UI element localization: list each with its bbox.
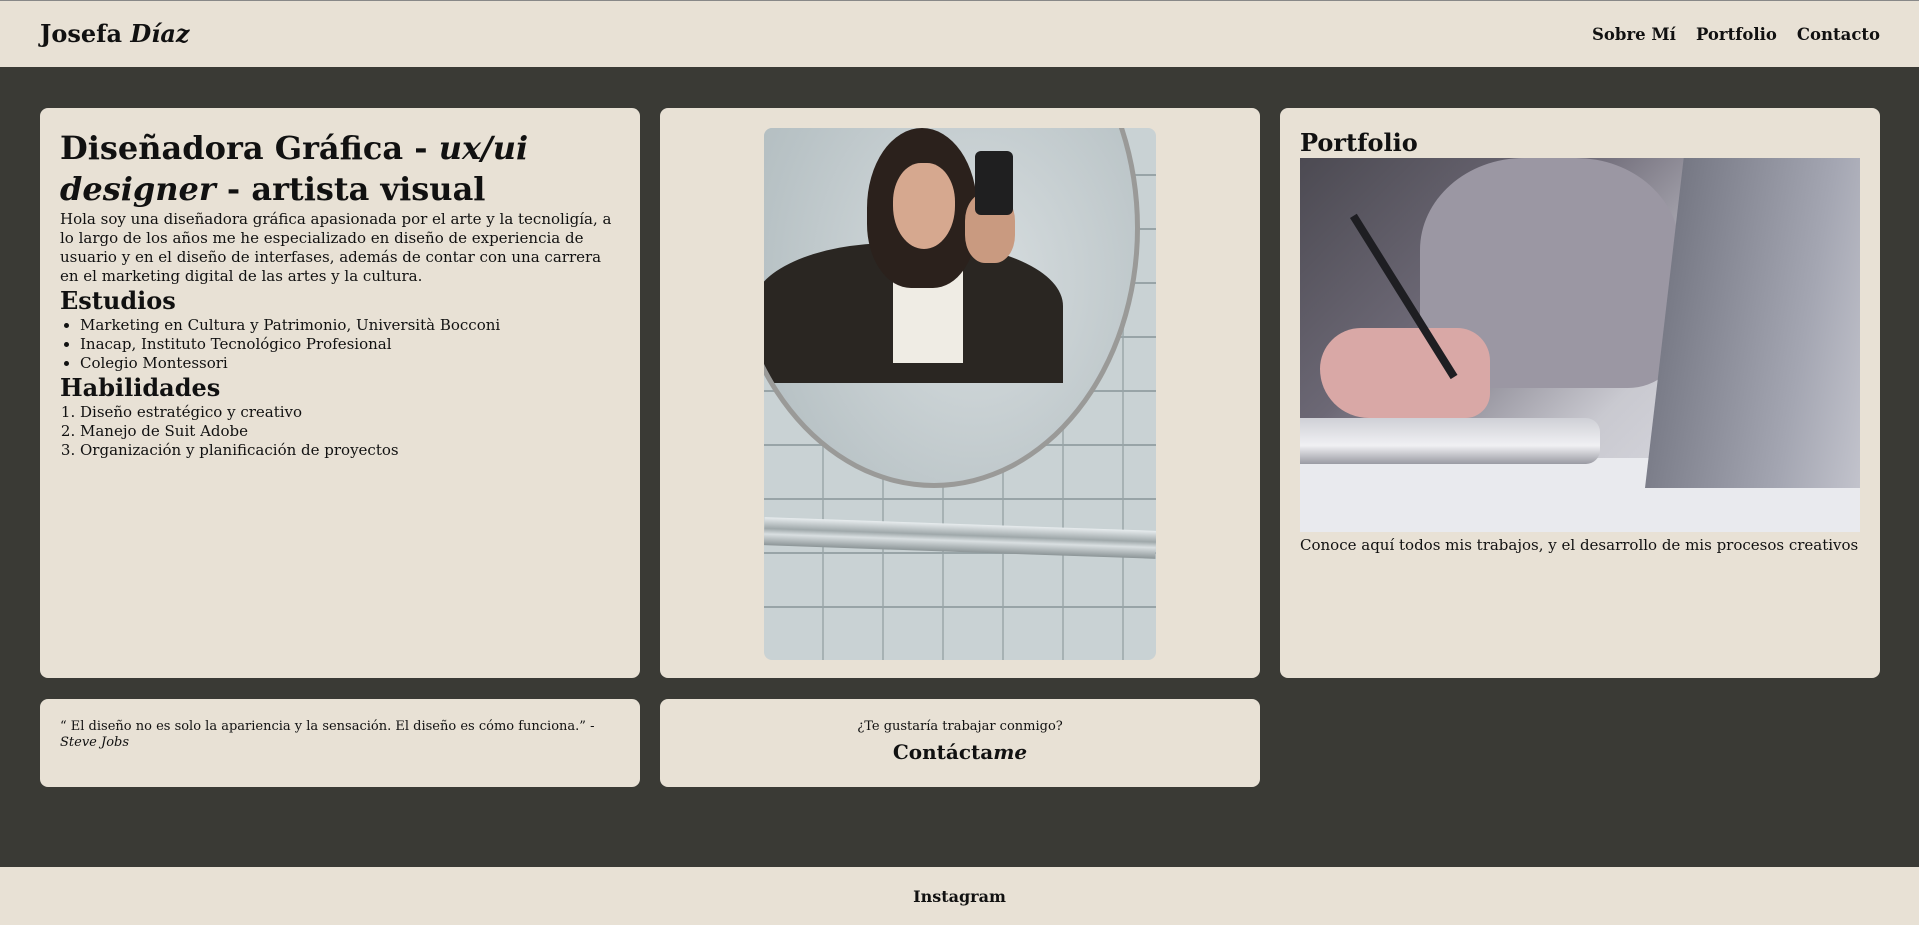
nav-link-sobre-mi[interactable]: Sobre Mí <box>1592 25 1676 44</box>
list-item: Marketing en Cultura y Patrimonio, Unive… <box>80 316 620 335</box>
skills-heading: Habilidades <box>60 373 221 402</box>
brand-last-name: Díaz <box>130 19 190 48</box>
studies-heading: Estudios <box>60 286 176 315</box>
list-item: Diseño estratégico y creativo <box>80 403 620 422</box>
portfolio-heading[interactable]: Portfolio <box>1300 128 1860 158</box>
brand-first-name: Josefa <box>40 19 123 48</box>
cta-text-italic: me <box>993 740 1028 764</box>
contact-card: ¿Te gustaría trabajar conmigo? Contáctam… <box>660 699 1260 787</box>
face-shape <box>893 163 955 249</box>
portfolio-description: Conoce aquí todos mis trabajos, y el des… <box>1300 536 1859 554</box>
cta-text: Contácta <box>892 740 994 764</box>
skills-list: Diseño estratégico y creativo Manejo de … <box>60 403 620 460</box>
title-text-2: - artista visual <box>215 170 486 208</box>
brand-logo[interactable]: Josefa Díaz <box>40 19 190 48</box>
portfolio-image[interactable] <box>1300 158 1860 532</box>
about-title: Diseñadora Gráfica - ux/ui designer - ar… <box>60 128 620 210</box>
quote-text: “ El diseño no es solo la apariencia y l… <box>60 719 620 751</box>
portfolio-card[interactable]: Portfolio Conoce aquí todos mis trabajos… <box>1280 108 1880 678</box>
footer: Instagram <box>0 867 1919 925</box>
phone-shape <box>975 151 1013 215</box>
instagram-link[interactable]: Instagram <box>913 887 1006 906</box>
about-card: Diseñadora Gráfica - ux/ui designer - ar… <box>40 108 640 678</box>
quote-body: “ El diseño no es solo la apariencia y l… <box>60 719 595 734</box>
about-intro: Hola soy una diseñadora gráfica apasiona… <box>60 210 612 285</box>
nav-link-contacto[interactable]: Contacto <box>1797 25 1880 44</box>
quote-card: “ El diseño no es solo la apariencia y l… <box>40 699 640 787</box>
studies-list: Marketing en Cultura y Patrimonio, Unive… <box>60 316 620 373</box>
main-nav: Sobre Mí Portfolio Contacto <box>1592 25 1880 44</box>
hand-shape <box>1320 328 1490 418</box>
list-item: Inacap, Instituto Tecnológico Profesiona… <box>80 335 620 354</box>
contact-me-link[interactable]: Contáctame <box>680 739 1240 765</box>
top-navbar: Josefa Díaz Sobre Mí Portfolio Contacto <box>0 0 1919 67</box>
title-text-1: Diseñadora Gráfica - <box>60 129 439 167</box>
laptop-shape <box>1645 158 1860 488</box>
list-item: Colegio Montessori <box>80 354 620 373</box>
quote-author: Steve Jobs <box>60 735 130 750</box>
drawing-tablet-shape <box>1300 418 1600 464</box>
profile-photo-card <box>660 108 1260 678</box>
contact-question: ¿Te gustaría trabajar conmigo? <box>857 719 1063 734</box>
nav-link-portfolio[interactable]: Portfolio <box>1696 25 1777 44</box>
profile-photo <box>764 128 1156 660</box>
list-item: Manejo de Suit Adobe <box>80 422 620 441</box>
list-item: Organización y planificación de proyecto… <box>80 441 620 460</box>
